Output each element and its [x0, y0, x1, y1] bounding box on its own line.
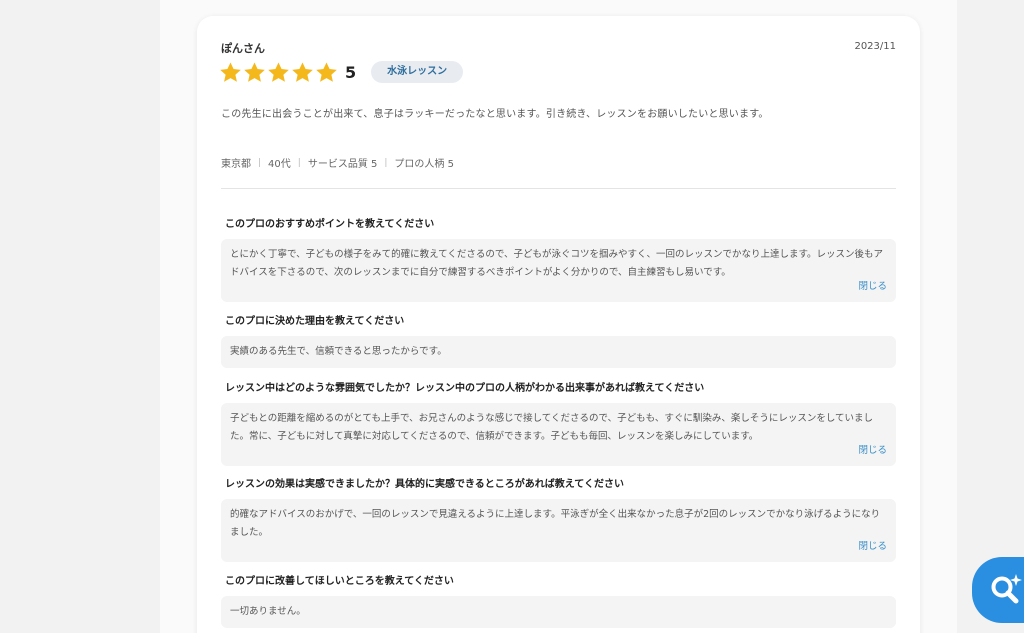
qa-answer: 的確なアドバイスのおかげで、一回のレッスンで見違えるように上達します。平泳ぎが全… [221, 499, 896, 562]
star-rating [219, 61, 338, 84]
meta-personality: プロの人柄 5 [394, 159, 454, 170]
star-icon [220, 61, 241, 82]
meta-separator: | [384, 157, 388, 168]
close-button[interactable]: 閉じる [858, 538, 887, 556]
qa-question: このプロのおすすめポイントを教えてください [225, 219, 435, 230]
meta-service-quality: サービス品質 5 [307, 159, 378, 170]
qa-item-improve: このプロに改善してほしいところを教えてください 一切ありません。 [221, 572, 896, 628]
review-card: ぽんさん 2023/11 5 水泳レッスン この先生に出会うことが出来て、息子は… [197, 16, 920, 633]
close-button[interactable]: 閉じる [858, 278, 887, 296]
close-button[interactable]: 閉じる [858, 442, 887, 460]
qa-answer-text: 子どもとの距離を縮めるのがとても上手で、お兄さんのような感じで接してくださるので… [230, 413, 874, 442]
qa-answer-text: 的確なアドバイスのおかげで、一回のレッスンで見違えるように上達します。平泳ぎが全… [230, 509, 881, 538]
star-icon [292, 61, 313, 82]
review-comment: この先生に出会うことが出来て、息子はラッキーだったなと思います。引き続き、レッス… [221, 109, 769, 120]
reviewer-name: ぽんさん [221, 42, 265, 55]
search-fab-button[interactable] [972, 557, 1024, 623]
meta-separator: | [258, 157, 262, 168]
star-icon [316, 61, 337, 82]
qa-answer: 子どもとの距離を縮めるのがとても上手で、お兄さんのような感じで接してくださるので… [221, 403, 896, 466]
review-meta: 東京都 | 40代 | サービス品質 5 | プロの人柄 5 [221, 155, 454, 171]
qa-question: レッスンの効果は実感できましたか？具体的に実感できるところがあれば教えてください [225, 479, 624, 490]
qa-answer-text: 実績のある先生で、信頼できると思ったからです。 [230, 346, 447, 357]
rating-value: 5 [345, 62, 357, 82]
service-tag[interactable]: 水泳レッスン [371, 61, 464, 83]
qa-item-effect: レッスンの効果は実感できましたか？具体的に実感できるところがあれば教えてください… [221, 475, 896, 562]
meta-location: 東京都 [221, 159, 251, 170]
qa-question: このプロに改善してほしいところを教えてください [225, 576, 454, 587]
qa-question: レッスン中はどのような雰囲気でしたか？レッスン中のプロの人柄がわかる出来事があれ… [225, 383, 705, 394]
divider [221, 188, 896, 189]
review-date: 2023/11 [854, 41, 896, 52]
qa-answer: とにかく丁寧で、子どもの様子をみて的確に教えてくださるので、子どもが泳ぐコツを掴… [221, 239, 896, 302]
qa-item-recommend: このプロのおすすめポイントを教えてください とにかく丁寧で、子どもの様子をみて的… [221, 215, 896, 302]
search-sparkle-icon [991, 574, 1022, 604]
qa-answer: 実績のある先生で、信頼できると思ったからです。 [221, 336, 896, 368]
star-icon [268, 61, 289, 82]
qa-question: このプロに決めた理由を教えてください [225, 316, 405, 327]
qa-item-atmosphere: レッスン中はどのような雰囲気でしたか？レッスン中のプロの人柄がわかる出来事があれ… [221, 379, 896, 466]
qa-answer: 一切ありません。 [221, 596, 896, 628]
meta-age: 40代 [268, 159, 291, 170]
meta-separator: | [297, 157, 301, 168]
qa-answer-text: とにかく丁寧で、子どもの様子をみて的確に教えてくださるので、子どもが泳ぐコツを掴… [230, 249, 884, 278]
star-icon [244, 61, 265, 82]
qa-item-reason: このプロに決めた理由を教えてください 実績のある先生で、信頼できると思ったからで… [221, 312, 896, 368]
qa-answer-text: 一切ありません。 [230, 606, 306, 617]
rating-row: 5 水泳レッスン [219, 60, 464, 84]
